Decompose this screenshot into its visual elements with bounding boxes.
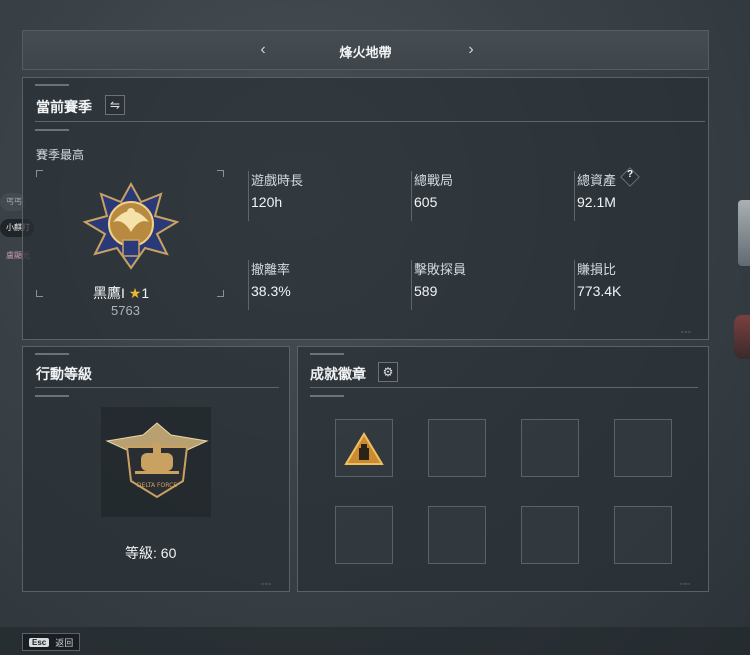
panel-tag <box>310 353 344 355</box>
panel-tag <box>35 395 69 397</box>
divider <box>411 260 412 310</box>
stat-value: 92.1M <box>577 194 616 210</box>
stat-label: 賺損比 <box>577 262 617 277</box>
side-decoration <box>734 315 750 359</box>
esc-key-icon: Esc <box>29 637 50 647</box>
frame-corner <box>217 170 224 177</box>
divider <box>574 171 575 221</box>
rank-score: 5763 <box>111 303 140 318</box>
frame-corner <box>217 290 224 297</box>
badge-slot[interactable] <box>428 506 486 564</box>
back-button[interactable]: Esc 返回 <box>22 633 81 651</box>
divider <box>35 387 279 388</box>
mode-header: ‹ 烽火地帶 › <box>22 30 709 70</box>
rank-name: 黑鷹I <box>93 285 125 301</box>
badge-slot[interactable] <box>521 419 579 477</box>
panel-tag <box>35 353 69 355</box>
player-name: 丐丐 <box>6 197 22 206</box>
footer-bar <box>0 627 750 655</box>
panel-dots: ▫▫▫ <box>261 581 272 588</box>
rank-name-row: 黑鷹I ★1 <box>93 283 149 303</box>
season-panel: 當前賽季 ⇋ 賽季最高 黑鷹I ★1 5763 遊戲時長 120h 總戰局 60… <box>22 77 709 340</box>
stat-value: 605 <box>414 194 438 210</box>
divider <box>35 121 705 122</box>
help-icon[interactable]: ? <box>623 169 637 180</box>
divider <box>248 171 249 221</box>
emblem-text: DELTA FORCE <box>137 482 177 489</box>
panel-tag <box>310 395 344 397</box>
season-best-label: 賽季最高 <box>36 148 85 162</box>
panel-tag <box>35 129 69 131</box>
side-decoration <box>738 200 750 266</box>
badge-slot[interactable] <box>614 419 672 477</box>
stat-value: 773.4K <box>577 283 622 299</box>
action-level-title: 行動等級 <box>36 366 92 382</box>
achievements-title: 成就徽章 <box>310 366 366 382</box>
badge-slot-filled[interactable] <box>335 419 393 477</box>
frame-corner <box>36 170 43 177</box>
supply-badge-icon <box>344 432 384 465</box>
stat-label: 總戰局 <box>414 173 454 188</box>
panel-tag <box>35 84 69 86</box>
rank-emblem-icon <box>83 182 179 270</box>
panel-dots: ▫▫▫ <box>680 581 691 588</box>
stat-label: 總資產 <box>577 173 617 188</box>
divider <box>574 260 575 310</box>
season-title: 當前賽季 <box>36 99 92 115</box>
stat-value: 38.3% <box>251 283 291 299</box>
level-row: 等級: 60 <box>125 543 176 563</box>
divider <box>248 260 249 310</box>
mode-title: 烽火地帶 <box>339 45 392 60</box>
swap-icon[interactable]: ⇋ <box>105 95 125 115</box>
stat-value: 589 <box>414 283 438 299</box>
rank-stars: 1 <box>141 285 150 301</box>
stat-label: 撤離率 <box>251 262 291 277</box>
chevron-right-icon[interactable]: › <box>461 39 481 61</box>
frame-corner <box>36 290 43 297</box>
badge-slot[interactable] <box>428 419 486 477</box>
divider <box>411 171 412 221</box>
badge-slot[interactable] <box>521 506 579 564</box>
action-level-panel: 行動等級 DELTA FORCE 等級: 60 ▫▫▫ <box>22 346 290 592</box>
star-icon: ★ <box>128 285 142 301</box>
badge-slot[interactable] <box>335 506 393 564</box>
level-label: 等級: <box>125 545 157 561</box>
level-value: 60 <box>160 545 177 561</box>
divider <box>310 387 698 388</box>
achievements-panel: 成就徽章 ⚙ ▫▫▫ <box>297 346 709 592</box>
back-label: 返回 <box>55 637 74 648</box>
stat-label: 遊戲時長 <box>251 173 304 188</box>
gear-icon[interactable]: ⚙ <box>378 362 398 382</box>
stat-label: 擊敗探員 <box>414 262 467 277</box>
badge-slot[interactable] <box>614 506 672 564</box>
panel-dots: ▫▫▫ <box>681 329 692 336</box>
action-level-emblem-icon: DELTA FORCE <box>105 422 209 499</box>
stat-value: 120h <box>251 194 283 210</box>
